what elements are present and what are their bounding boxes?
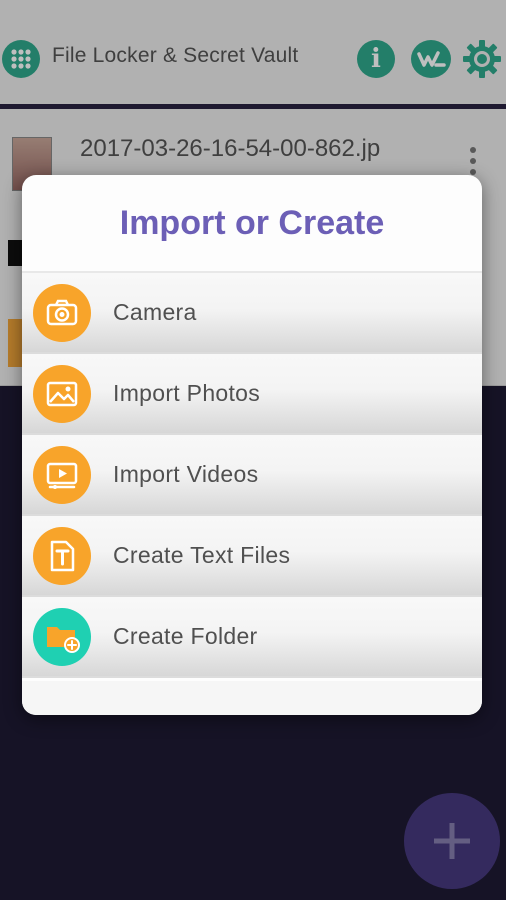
- menu-item-label: Create Text Files: [113, 542, 291, 568]
- menu-item-create-folder[interactable]: Create Folder: [22, 597, 482, 678]
- menu-item-label: Import Videos: [113, 461, 259, 487]
- menu-item-create-text-files[interactable]: Create Text Files: [22, 516, 482, 597]
- dialog-title: Import or Create: [22, 175, 482, 273]
- menu-item-import-videos[interactable]: Import Videos: [22, 435, 482, 516]
- menu-item-label: Create Folder: [113, 623, 258, 649]
- camera-icon: [33, 284, 91, 342]
- image-icon: [33, 365, 91, 423]
- import-menu: Camera Import Photos Import Videos Creat…: [22, 273, 482, 678]
- menu-item-label: Import Photos: [113, 380, 261, 406]
- menu-item-camera[interactable]: Camera: [22, 273, 482, 354]
- menu-item-label: Camera: [113, 299, 197, 325]
- dialog-footer: [22, 681, 482, 715]
- import-create-dialog: Import or Create Camera Import Photos Im…: [22, 175, 482, 715]
- text-file-icon: [33, 527, 91, 585]
- menu-item-import-photos[interactable]: Import Photos: [22, 354, 482, 435]
- folder-add-icon: [33, 608, 91, 666]
- video-icon: [33, 446, 91, 504]
